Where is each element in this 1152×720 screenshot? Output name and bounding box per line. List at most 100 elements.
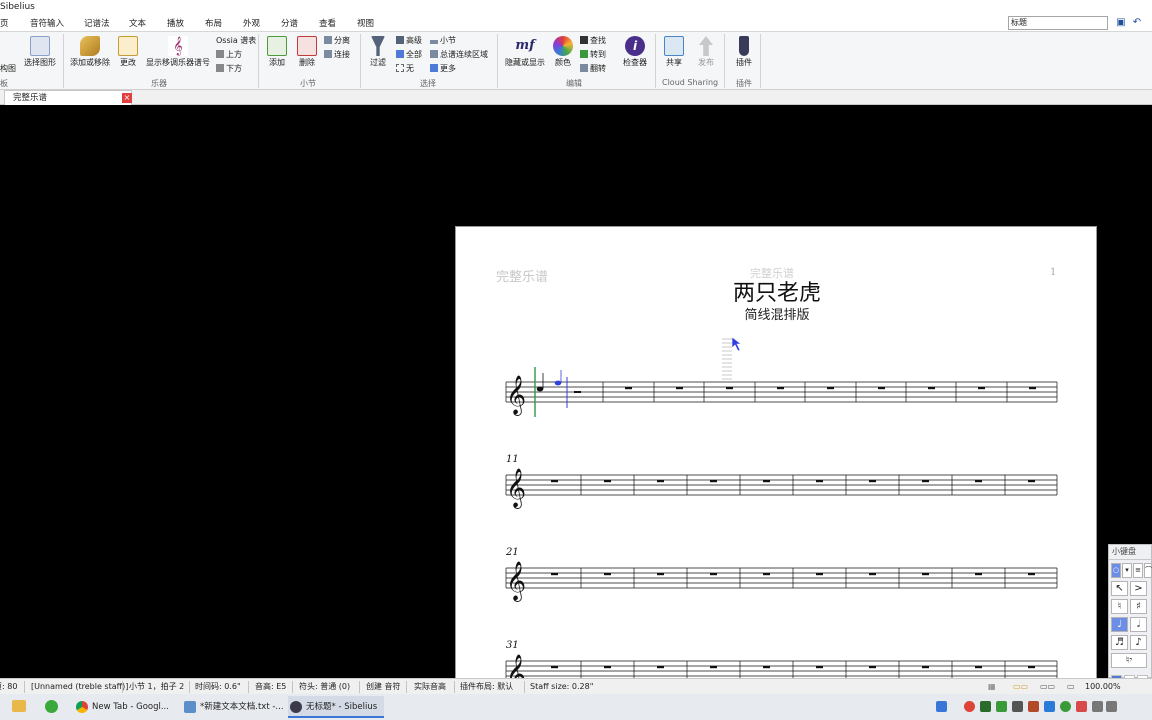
treble-clef-icon[interactable]: 𝄞 <box>506 561 526 602</box>
publish-button[interactable]: 发布 <box>694 36 718 68</box>
keypad-beams-icon[interactable]: ≡ <box>1133 563 1143 578</box>
keypad-eighth-note-icon[interactable]: ♪ <box>1130 635 1147 650</box>
keypad-panel[interactable]: 小键盘 ○ ▾ ≡ ⌒ ↖ > ♮ ♯ ♩ 𝅗𝅥 ♬ ♪ ♮𝄾 1 2 3 <box>1108 544 1152 685</box>
tray-app-icon[interactable] <box>936 701 947 712</box>
tray-network-icon[interactable] <box>1092 701 1103 712</box>
split-bar-button[interactable]: 分离 <box>324 36 350 46</box>
ribbon-divider <box>360 34 361 88</box>
half-rest[interactable] <box>574 391 581 393</box>
score-page[interactable]: 完整乐谱 完整乐谱 1 两只老虎 简线混排版 𝄞 11 𝄞 21 𝄞 31 𝄞 <box>455 226 1097 678</box>
tab-layout[interactable]: 布局 <box>205 17 222 31</box>
tab-review[interactable]: 查看 <box>319 17 336 31</box>
refresh-app-icon[interactable] <box>45 700 58 713</box>
keypad-sharp-icon[interactable]: ♯ <box>1130 599 1147 614</box>
funnel-icon <box>371 36 385 56</box>
taskbar-item-sibelius[interactable]: 无标题* - Sibelius <box>288 696 384 718</box>
tray-display-icon[interactable] <box>1012 701 1023 712</box>
tab-notations[interactable]: 记谱法 <box>84 17 110 31</box>
page-view-icon[interactable]: ▭▭ <box>1013 679 1028 694</box>
show-transposing-button[interactable]: 𝄞 显示移调乐器谱号 <box>144 36 212 68</box>
ossia-above-button[interactable]: 上方 <box>216 50 242 60</box>
doc-tab-full-score[interactable]: 完整乐谱 × <box>4 90 132 105</box>
go-to-button[interactable]: 转到 <box>580 50 606 60</box>
panorama-view-icon[interactable]: ▭▭ <box>1040 679 1055 694</box>
keypad-quarter-note-icon[interactable]: ♩ <box>1111 617 1128 632</box>
ossia-staff-button[interactable]: Ossia 谱表 <box>216 36 256 46</box>
keypad-pointer-icon[interactable]: ↖ <box>1111 581 1128 596</box>
search-input[interactable]: 标题 <box>1008 16 1108 30</box>
select-none-button[interactable]: 无 <box>396 64 414 74</box>
join-bar-button[interactable]: 连接 <box>324 50 350 60</box>
close-icon[interactable]: × <box>122 93 132 103</box>
tray-nvidia-icon[interactable] <box>980 701 991 712</box>
add-bar-button[interactable]: 添加 <box>264 36 290 68</box>
status-divider <box>524 681 525 693</box>
staff-system-2[interactable] <box>505 474 1058 496</box>
full-screen-icon[interactable]: ▭ <box>1067 679 1075 694</box>
add-remove-instrument-button[interactable]: 添加或移除 <box>68 36 112 68</box>
select-graphic-button[interactable]: 选择图形 <box>20 36 60 68</box>
staff-system-4[interactable] <box>505 660 1058 678</box>
tray-bluetooth-icon[interactable] <box>1044 701 1055 712</box>
score-workspace[interactable]: 完整乐谱 完整乐谱 1 两只老虎 简线混排版 𝄞 11 𝄞 21 𝄞 31 𝄞 <box>0 105 1152 678</box>
filter-button[interactable]: 过滤 <box>366 36 390 68</box>
staff-system-1[interactable] <box>505 381 1058 403</box>
delete-bar-button[interactable]: 删除 <box>294 36 320 68</box>
share-button[interactable]: 共享 <box>662 36 686 68</box>
inspector-button[interactable]: i 检查器 <box>620 36 650 68</box>
keypad-accent-icon[interactable]: > <box>1130 581 1147 596</box>
tab-parts[interactable]: 分谱 <box>281 17 298 31</box>
treble-clef-icon[interactable]: 𝄞 <box>506 375 526 416</box>
tray-volume-icon[interactable] <box>1106 701 1117 712</box>
select-more-button[interactable]: 更多 <box>430 64 456 74</box>
tray-app3-icon[interactable] <box>1060 701 1071 712</box>
score-notation[interactable]: 𝄞 11 𝄞 21 𝄞 31 𝄞 <box>456 227 1098 678</box>
tab-text[interactable]: 文本 <box>129 17 146 31</box>
treble-clef-icon[interactable]: 𝄞 <box>506 468 526 509</box>
save-icon[interactable]: ▣ <box>1115 17 1127 29</box>
tray-app2-icon[interactable] <box>1028 701 1039 712</box>
taskbar-item-chrome[interactable]: New Tab - Googl... <box>74 696 172 718</box>
tray-wechat-icon[interactable] <box>996 701 1007 712</box>
keypad-more-notes-icon[interactable]: ▾ <box>1122 563 1132 578</box>
file-explorer-icon[interactable] <box>12 700 26 712</box>
tray-chrome-icon[interactable] <box>964 701 975 712</box>
view-mode-icon[interactable]: ▦ <box>988 679 996 694</box>
ossia-below-button[interactable]: 下方 <box>216 64 242 74</box>
hide-show-button[interactable]: mf 隐藏或显示 <box>503 36 547 68</box>
group-label-plugins: 插件 <box>736 79 752 88</box>
status-divider <box>122 681 123 693</box>
keypad-common-icon[interactable]: ○ <box>1111 563 1121 578</box>
keypad-rest-icon[interactable]: ♮𝄾 <box>1111 653 1147 668</box>
advanced-filter-button[interactable]: 高级 <box>396 36 422 46</box>
keypad-half-note-icon[interactable]: 𝅗𝅥 <box>1130 617 1147 632</box>
treble-clef-icon[interactable]: 𝄞 <box>506 654 526 678</box>
keypad-sixteenth-note-icon[interactable]: ♬ <box>1111 635 1128 650</box>
select-all-button[interactable]: 全部 <box>396 50 422 60</box>
ribbon-divider <box>655 34 656 88</box>
plugins-button[interactable]: 插件 <box>732 36 756 68</box>
selected-note[interactable] <box>554 380 562 386</box>
flip-button[interactable]: 翻转 <box>580 64 606 74</box>
undo-icon[interactable]: ↶ <box>1131 17 1143 29</box>
select-bar-button[interactable]: 小节 <box>430 36 456 46</box>
status-position: 小节 1，拍子 2 <box>129 682 185 691</box>
color-button[interactable]: 颜色 <box>552 36 574 68</box>
select-graphic-icon <box>30 36 50 56</box>
compose-button[interactable]: 构图 <box>0 64 18 74</box>
tab-note-input[interactable]: 音符输入 <box>30 17 64 31</box>
select-system-passage-button[interactable]: 总谱连续区域 <box>430 50 488 60</box>
tab-play[interactable]: 播放 <box>167 17 184 31</box>
find-button[interactable]: 查找 <box>580 36 606 46</box>
quarter-note[interactable] <box>536 386 544 392</box>
keypad-natural-icon[interactable]: ♮ <box>1111 599 1128 614</box>
tab-appearance[interactable]: 外观 <box>243 17 260 31</box>
zoom-level[interactable]: 100.00% <box>1085 679 1121 694</box>
staff-system-3[interactable] <box>505 567 1058 589</box>
taskbar-item-notepad[interactable]: *新建文本文档.txt -... <box>182 696 284 718</box>
keypad-articulation-icon[interactable]: ⌒ <box>1144 563 1152 578</box>
change-instrument-button[interactable]: 更改 <box>115 36 141 68</box>
tray-app4-icon[interactable] <box>1076 701 1087 712</box>
tab-home[interactable]: 页 <box>0 17 9 31</box>
tab-view[interactable]: 视图 <box>357 17 374 31</box>
